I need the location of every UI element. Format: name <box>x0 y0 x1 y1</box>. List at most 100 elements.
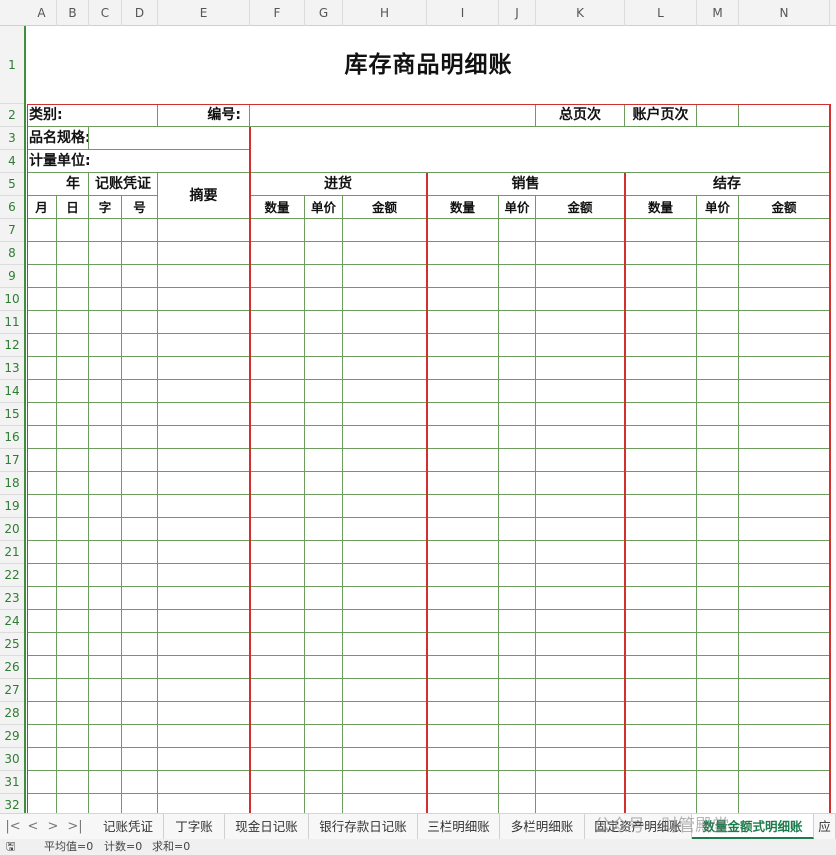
table-cell[interactable] <box>89 219 122 242</box>
table-cell[interactable] <box>57 564 89 587</box>
table-cell[interactable] <box>739 679 830 702</box>
table-cell[interactable] <box>499 633 536 656</box>
table-cell[interactable] <box>697 449 739 472</box>
table-cell[interactable] <box>57 518 89 541</box>
table-cell[interactable] <box>739 219 830 242</box>
table-cell[interactable] <box>305 357 343 380</box>
row-header-18[interactable]: 18 <box>0 472 24 495</box>
table-cell[interactable] <box>427 541 499 564</box>
row-header-24[interactable]: 24 <box>0 610 24 633</box>
table-cell[interactable] <box>89 748 122 771</box>
column-header-k[interactable]: K <box>536 0 625 26</box>
sheet-tab[interactable]: 丁字账 <box>164 814 225 839</box>
table-cell[interactable] <box>305 242 343 265</box>
column-header-g[interactable]: G <box>305 0 343 26</box>
row-header-14[interactable]: 14 <box>0 380 24 403</box>
table-cell[interactable] <box>89 380 122 403</box>
table-cell[interactable] <box>499 794 536 813</box>
summary-label[interactable]: 摘要 <box>158 173 250 219</box>
table-cell[interactable] <box>89 334 122 357</box>
table-cell[interactable] <box>625 495 697 518</box>
table-cell[interactable] <box>27 380 57 403</box>
column-header-h[interactable]: H <box>343 0 427 26</box>
row-header-26[interactable]: 26 <box>0 656 24 679</box>
row-header-23[interactable]: 23 <box>0 587 24 610</box>
table-cell[interactable] <box>499 495 536 518</box>
table-cell[interactable] <box>536 495 625 518</box>
table-cell[interactable] <box>250 656 305 679</box>
table-cell[interactable] <box>343 426 427 449</box>
table-cell[interactable] <box>343 702 427 725</box>
table-cell[interactable] <box>305 748 343 771</box>
table-cell[interactable] <box>27 771 57 794</box>
table-cell[interactable] <box>27 610 57 633</box>
table-cell[interactable] <box>427 748 499 771</box>
table-cell[interactable] <box>122 748 158 771</box>
table-cell[interactable] <box>536 725 625 748</box>
table-cell[interactable] <box>739 748 830 771</box>
table-cell[interactable] <box>739 725 830 748</box>
row-header-12[interactable]: 12 <box>0 334 24 357</box>
balance-header[interactable]: 结存 <box>625 173 830 196</box>
table-cell[interactable] <box>305 426 343 449</box>
table-cell[interactable] <box>27 564 57 587</box>
row-header-4[interactable]: 4 <box>0 150 24 173</box>
table-cell[interactable] <box>697 380 739 403</box>
table-cell[interactable] <box>625 449 697 472</box>
sheet-tab[interactable]: 现金日记账 <box>225 814 309 839</box>
table-cell[interactable] <box>89 311 122 334</box>
table-cell[interactable] <box>739 426 830 449</box>
table-cell[interactable] <box>427 564 499 587</box>
table-cell[interactable] <box>536 587 625 610</box>
row-header-22[interactable]: 22 <box>0 564 24 587</box>
table-cell[interactable] <box>343 679 427 702</box>
table-cell[interactable] <box>27 472 57 495</box>
table-cell[interactable] <box>697 242 739 265</box>
table-cell[interactable] <box>305 771 343 794</box>
table-cell[interactable] <box>122 702 158 725</box>
table-cell[interactable] <box>250 633 305 656</box>
balance-amount-header[interactable]: 金额 <box>739 196 830 219</box>
table-cell[interactable] <box>625 426 697 449</box>
row-header-29[interactable]: 29 <box>0 725 24 748</box>
table-cell[interactable] <box>697 587 739 610</box>
sheet-tab[interactable]: 多栏明细账 <box>500 814 585 839</box>
table-cell[interactable] <box>697 541 739 564</box>
table-cell[interactable] <box>122 403 158 426</box>
sheet-tab[interactable]: 数量金额式明细账 <box>692 814 814 839</box>
row-header-21[interactable]: 21 <box>0 541 24 564</box>
table-cell[interactable] <box>697 679 739 702</box>
table-cell[interactable] <box>250 610 305 633</box>
table-cell[interactable] <box>250 334 305 357</box>
table-cell[interactable] <box>305 472 343 495</box>
table-cell[interactable] <box>697 219 739 242</box>
table-cell[interactable] <box>499 587 536 610</box>
table-cell[interactable] <box>122 679 158 702</box>
table-cell[interactable] <box>499 702 536 725</box>
table-cell[interactable] <box>89 564 122 587</box>
table-cell[interactable] <box>27 219 57 242</box>
table-cell[interactable] <box>427 334 499 357</box>
table-cell[interactable] <box>89 449 122 472</box>
table-cell[interactable] <box>305 518 343 541</box>
row-header-16[interactable]: 16 <box>0 426 24 449</box>
table-cell[interactable] <box>89 702 122 725</box>
table-cell[interactable] <box>343 311 427 334</box>
table-cell[interactable] <box>250 518 305 541</box>
row-header-10[interactable]: 10 <box>0 288 24 311</box>
table-cell[interactable] <box>57 242 89 265</box>
row-header-8[interactable]: 8 <box>0 242 24 265</box>
table-cell[interactable] <box>697 311 739 334</box>
table-cell[interactable] <box>739 794 830 813</box>
table-cell[interactable] <box>625 702 697 725</box>
voucher-no-label[interactable]: 号 <box>122 196 158 219</box>
table-cell[interactable] <box>27 656 57 679</box>
table-cell[interactable] <box>499 725 536 748</box>
table-cell[interactable] <box>89 495 122 518</box>
table-cell[interactable] <box>122 426 158 449</box>
table-cell[interactable] <box>57 472 89 495</box>
table-cell[interactable] <box>739 771 830 794</box>
table-cell[interactable] <box>697 725 739 748</box>
table-cell[interactable] <box>250 449 305 472</box>
table-cell[interactable] <box>697 656 739 679</box>
